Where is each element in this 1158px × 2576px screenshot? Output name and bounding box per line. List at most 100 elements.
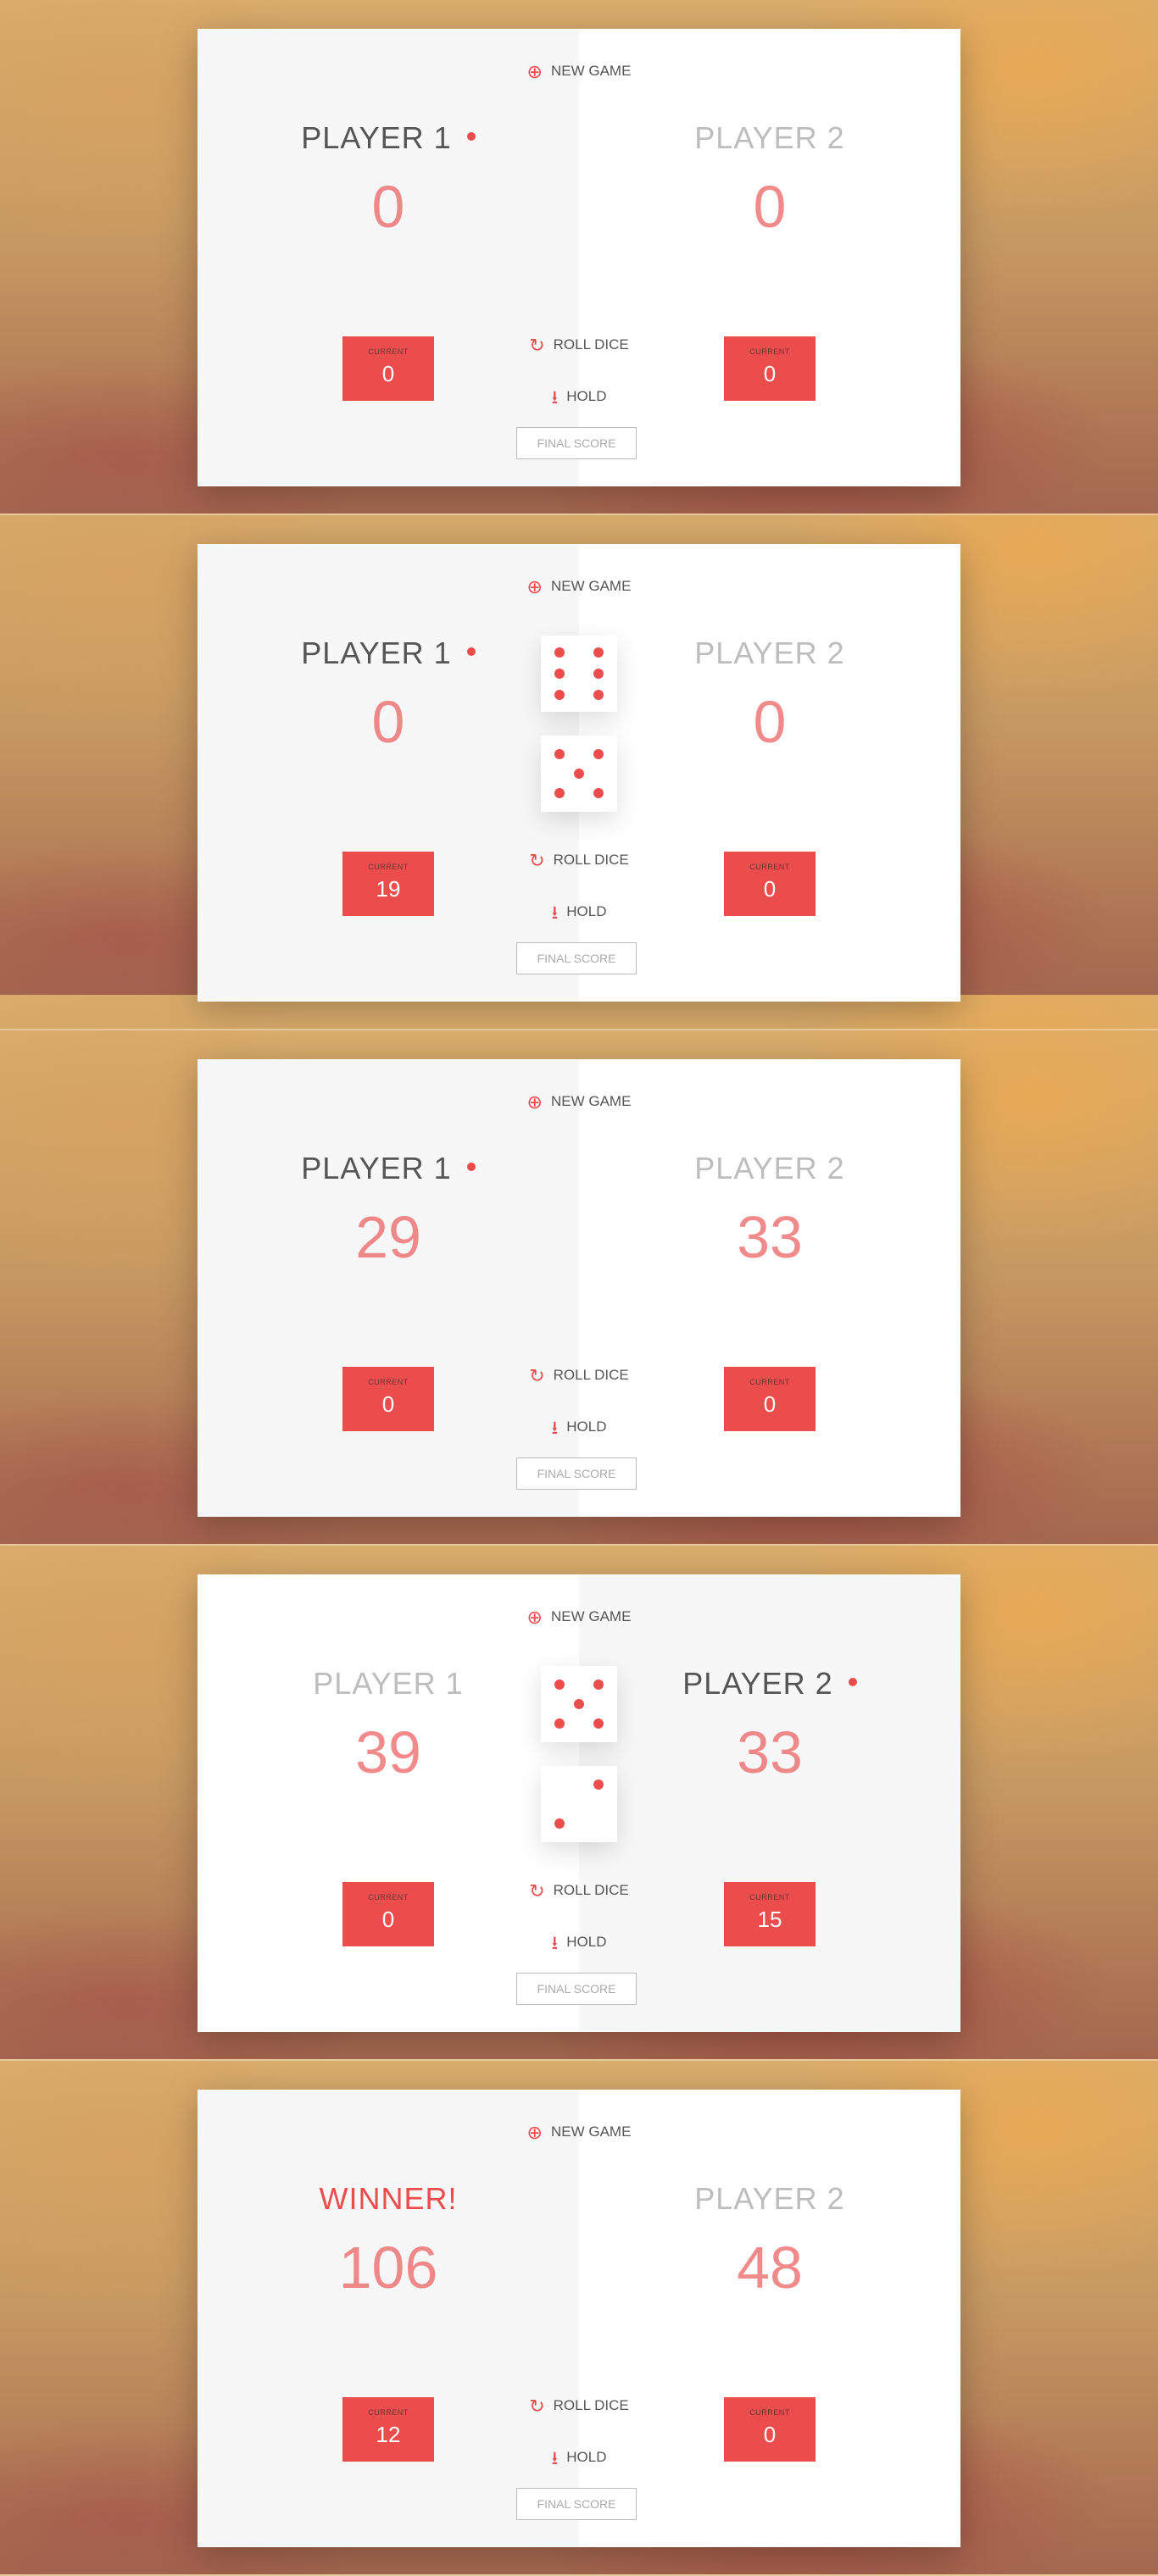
- new-game-label: NEW GAME: [550, 63, 632, 79]
- new-game-label: NEW GAME: [550, 1093, 632, 1109]
- hold-button[interactable]: ⭳ HOLD: [198, 383, 960, 415]
- player-name: PLAYER 1: [198, 120, 579, 156]
- player-score: 0: [371, 689, 405, 755]
- dice-pip: [593, 1779, 604, 1790]
- download-icon: ⭳: [551, 1932, 559, 1953]
- dice-pip: [593, 1718, 604, 1729]
- roll-dice-button[interactable]: ↻ ROLL DICE: [198, 2396, 960, 2418]
- game-screen-4: PLAYER 1 39 CURRENT 0 PLAYER 2 33 CURRENT 15 ⊕ NE…: [0, 1546, 1158, 2061]
- download-icon: ⭳: [551, 386, 559, 408]
- roll-dice-label: ROLL DICE: [553, 1882, 629, 1898]
- roll-dice-button[interactable]: ↻ ROLL DICE: [198, 1880, 960, 1902]
- refresh-icon: ↻: [529, 850, 545, 871]
- plus-circle-icon: ⊕: [526, 2122, 543, 2143]
- roll-dice-label: ROLL DICE: [553, 336, 629, 353]
- game-screen-2: PLAYER 1 0 CURRENT 19 PLAYER 2 0 CURRENT 0 ⊕ NEW …: [0, 515, 1158, 1030]
- roll-dice-button[interactable]: ↻ ROLL DICE: [198, 1365, 960, 1387]
- game-panel: PLAYER 1 29 CURRENT 0 PLAYER 2 33 CURRENT 0 ⊕ NEW…: [198, 1059, 960, 1517]
- active-player-indicator: [466, 647, 476, 657]
- player-2-panel: PLAYER 2 0 CURRENT 0: [579, 544, 960, 1002]
- player-name-label: PLAYER 1: [313, 1666, 464, 1701]
- player-2-panel: PLAYER 2 0 CURRENT 0: [579, 29, 960, 486]
- game-panel: PLAYER 1 0 CURRENT 0 PLAYER 2 0 CURRENT 0 ⊕ NEW G…: [198, 29, 960, 486]
- dice-pip: [593, 749, 604, 759]
- player-name-label: PLAYER 2: [694, 2181, 845, 2216]
- game-screen-3: PLAYER 1 29 CURRENT 0 PLAYER 2 33 CURRENT 0 ⊕ NEW…: [0, 1030, 1158, 1546]
- active-player-indicator: [466, 132, 476, 142]
- hold-button[interactable]: ⭳ HOLD: [198, 1413, 960, 1446]
- player-name: PLAYER 1: [198, 1151, 579, 1186]
- player-name-label: PLAYER 2: [694, 1151, 845, 1185]
- dice-pip: [554, 647, 565, 658]
- dice-2: [541, 736, 617, 812]
- roll-dice-button[interactable]: ↻ ROLL DICE: [198, 335, 960, 357]
- dice-pip: [554, 669, 565, 679]
- player-score: 29: [355, 1204, 421, 1270]
- final-score-input[interactable]: FINAL SCORE: [516, 2488, 637, 2520]
- roll-dice-label: ROLL DICE: [553, 852, 629, 868]
- player-1-panel: PLAYER 1 0 CURRENT 0: [198, 29, 579, 486]
- new-game-button[interactable]: ⊕ NEW GAME: [198, 576, 960, 598]
- hold-label: HOLD: [566, 388, 607, 404]
- dice-1: [541, 1666, 617, 1742]
- plus-circle-icon: ⊕: [526, 576, 543, 597]
- active-player-indicator: [466, 1163, 476, 1172]
- roll-dice-button[interactable]: ↻ ROLL DICE: [198, 850, 960, 872]
- dice-pip: [593, 647, 604, 658]
- player-name: PLAYER 1: [198, 1666, 579, 1702]
- new-game-label: NEW GAME: [550, 1608, 632, 1624]
- player-name-label: PLAYER 1: [301, 1151, 452, 1185]
- player-name-label: PLAYER 2: [694, 120, 845, 155]
- dice-pip: [574, 769, 584, 779]
- refresh-icon: ↻: [529, 2396, 545, 2417]
- dice-2: [541, 1766, 617, 1842]
- player-name: PLAYER 2: [579, 1151, 960, 1186]
- player-1-panel: PLAYER 1 29 CURRENT 0: [198, 1059, 579, 1517]
- player-1-panel: PLAYER 1 0 CURRENT 19: [198, 544, 579, 1002]
- player-score: 39: [355, 1719, 421, 1785]
- game-screen-1: PLAYER 1 0 CURRENT 0 PLAYER 2 0 CURRENT 0 ⊕ NEW G…: [0, 0, 1158, 515]
- download-icon: ⭳: [551, 2447, 559, 2468]
- player-name: WINNER!: [198, 2181, 579, 2217]
- player-name-label: PLAYER 1: [301, 636, 452, 670]
- hold-label: HOLD: [566, 2449, 607, 2465]
- dice-pip: [593, 690, 604, 700]
- hold-button[interactable]: ⭳ HOLD: [198, 898, 960, 930]
- plus-circle-icon: ⊕: [526, 61, 543, 82]
- final-score-input[interactable]: FINAL SCORE: [516, 942, 637, 974]
- dice-pip: [554, 1718, 565, 1729]
- plus-circle-icon: ⊕: [526, 1607, 543, 1628]
- player-2-panel: PLAYER 2 33 CURRENT 0: [579, 1059, 960, 1517]
- game-panel: PLAYER 1 39 CURRENT 0 PLAYER 2 33 CURRENT 15 ⊕ NE…: [198, 1574, 960, 2032]
- refresh-icon: ↻: [529, 335, 545, 356]
- dice-pip: [554, 749, 565, 759]
- player-1-panel: WINNER! 106 CURRENT 12: [198, 2090, 579, 2547]
- roll-dice-label: ROLL DICE: [553, 2397, 629, 2413]
- dice-pip: [554, 1818, 565, 1829]
- player-1-panel: PLAYER 1 39 CURRENT 0: [198, 1574, 579, 2032]
- new-game-label: NEW GAME: [550, 2124, 632, 2140]
- player-name: PLAYER 2: [579, 636, 960, 671]
- player-name-label: PLAYER 2: [682, 1666, 833, 1701]
- final-score-input[interactable]: FINAL SCORE: [516, 1973, 637, 2005]
- new-game-button[interactable]: ⊕ NEW GAME: [198, 61, 960, 83]
- dice-pip: [593, 669, 604, 679]
- player-score: 33: [737, 1204, 803, 1270]
- hold-label: HOLD: [566, 1934, 607, 1950]
- new-game-button[interactable]: ⊕ NEW GAME: [198, 2122, 960, 2144]
- new-game-button[interactable]: ⊕ NEW GAME: [198, 1607, 960, 1629]
- hold-button[interactable]: ⭳ HOLD: [198, 2444, 960, 2476]
- dice-pip: [593, 1679, 604, 1690]
- roll-dice-label: ROLL DICE: [553, 1367, 629, 1383]
- download-icon: ⭳: [551, 1417, 559, 1438]
- hold-button[interactable]: ⭳ HOLD: [198, 1929, 960, 1961]
- dice-1: [541, 636, 617, 712]
- new-game-button[interactable]: ⊕ NEW GAME: [198, 1091, 960, 1113]
- game-panel: WINNER! 106 CURRENT 12 PLAYER 2 48 CURRENT 0 ⊕ NE…: [198, 2090, 960, 2547]
- dice-pip: [574, 1699, 584, 1709]
- player-score: 0: [753, 689, 787, 755]
- player-score: 0: [753, 174, 787, 240]
- final-score-input[interactable]: FINAL SCORE: [516, 1457, 637, 1490]
- final-score-input[interactable]: FINAL SCORE: [516, 427, 637, 459]
- player-name-label: WINNER!: [319, 2181, 458, 2216]
